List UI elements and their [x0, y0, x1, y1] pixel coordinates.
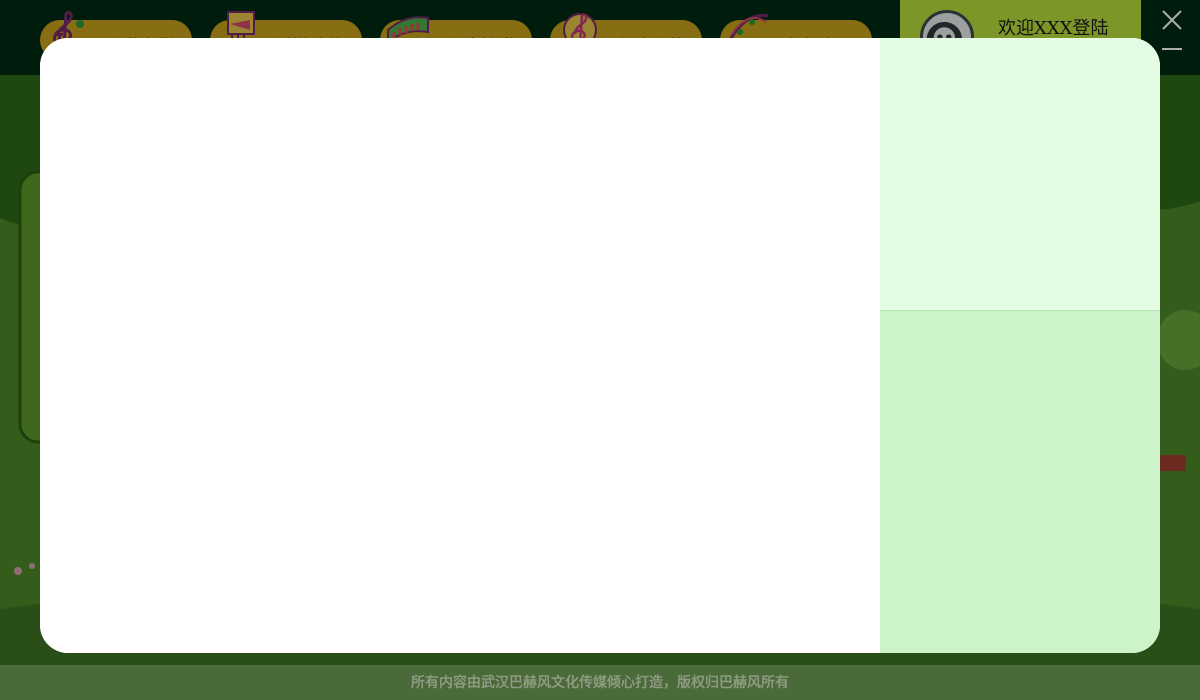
footer-copyright: 所有内容由武汉巴赫风文化传媒倾心打造，版权归巴赫风所有	[0, 665, 1200, 700]
modal-dialog	[40, 38, 1160, 653]
modal-main-content	[40, 38, 880, 653]
modal-side-panel-top	[880, 38, 1160, 310]
modal-side-panel-bottom	[880, 310, 1160, 653]
